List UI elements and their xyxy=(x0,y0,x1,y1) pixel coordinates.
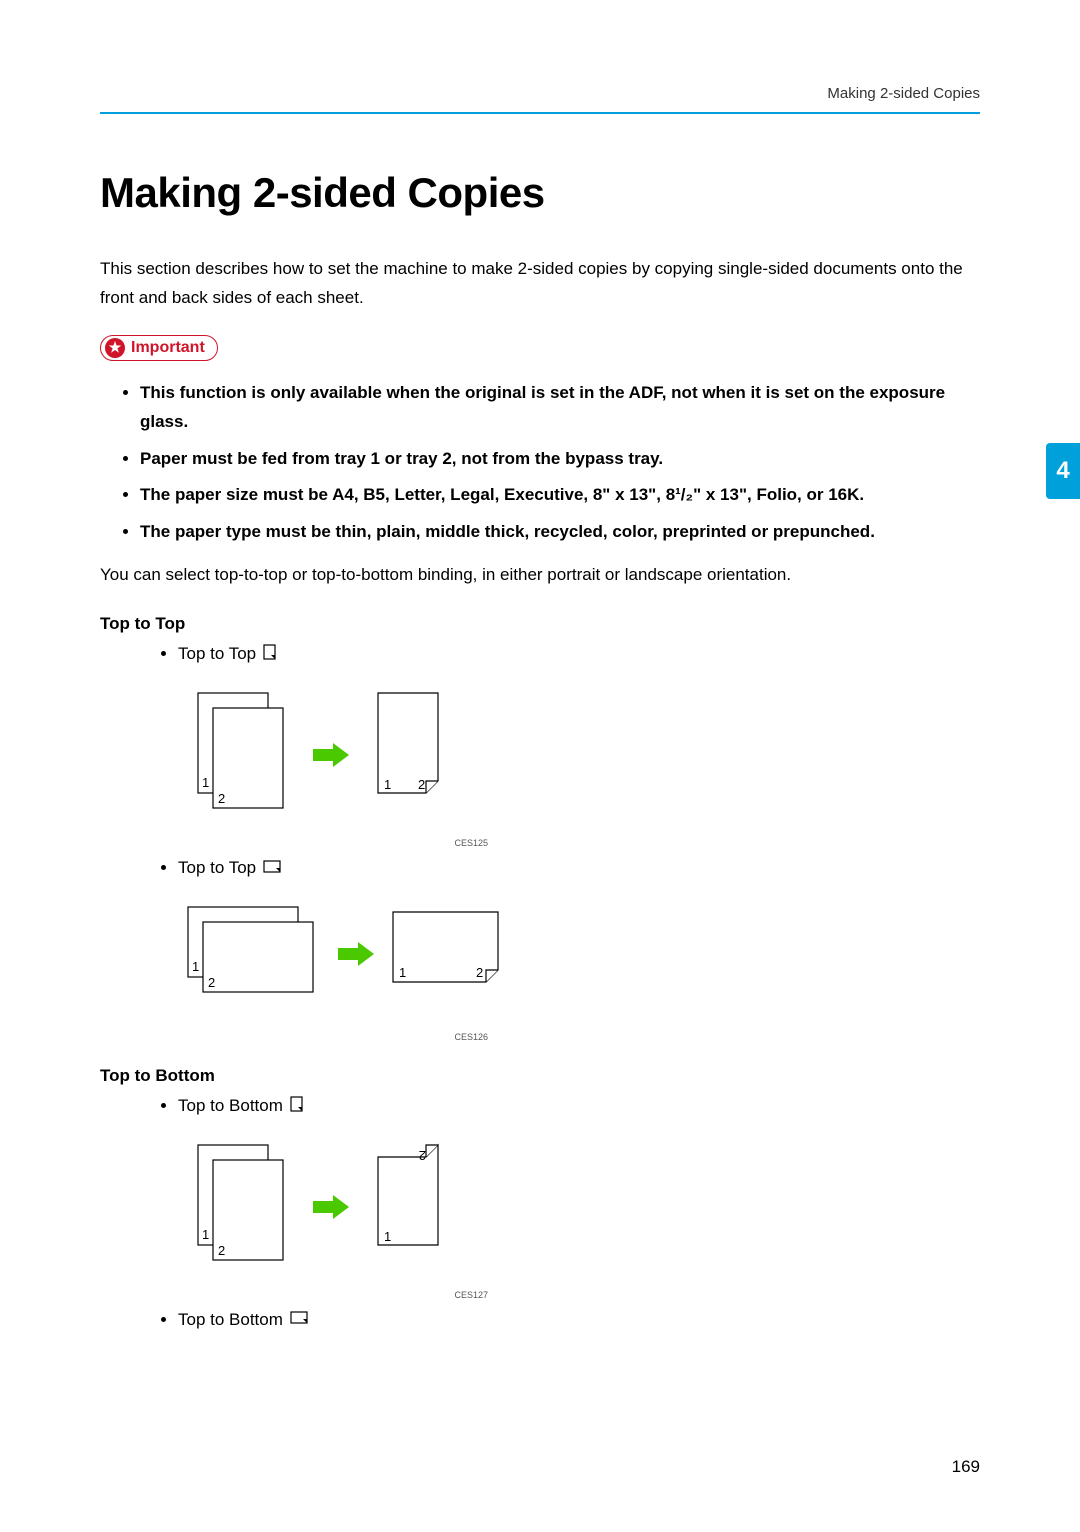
svg-text:2: 2 xyxy=(218,1243,225,1258)
diagram-top-to-top-portrait: 1 2 1 2 xyxy=(178,683,980,828)
svg-text:2: 2 xyxy=(208,975,215,990)
landscape-orientation-icon xyxy=(263,859,281,879)
item-label: Top to Top xyxy=(178,858,256,877)
figure-code: CES127 xyxy=(178,1290,488,1300)
body-paragraph: You can select top-to-top or top-to-bott… xyxy=(100,561,980,590)
svg-text:2: 2 xyxy=(476,965,483,980)
figure-code: CES125 xyxy=(178,838,488,848)
portrait-orientation-icon xyxy=(263,644,277,665)
landscape-orientation-icon xyxy=(290,1310,308,1330)
diagram-top-to-bottom-portrait: 1 2 1 2 xyxy=(178,1135,980,1280)
svg-text:1: 1 xyxy=(384,1229,391,1244)
svg-text:1: 1 xyxy=(202,775,209,790)
svg-text:2: 2 xyxy=(418,777,425,792)
list-item: The paper size must be A4, B5, Letter, L… xyxy=(140,481,980,510)
section-heading-top-to-top: Top to Top xyxy=(100,614,980,634)
list-item: Top to Top xyxy=(178,644,980,665)
diagram-top-to-top-landscape: 1 2 1 2 xyxy=(178,897,980,1022)
running-header: Making 2-sided Copies xyxy=(100,85,980,114)
page-title: Making 2-sided Copies xyxy=(100,169,980,217)
svg-text:2: 2 xyxy=(218,791,225,806)
list-item: Top to Top xyxy=(178,858,980,879)
list-item: Paper must be fed from tray 1 or tray 2,… xyxy=(140,445,980,474)
portrait-orientation-icon xyxy=(290,1096,304,1117)
section-heading-top-to-bottom: Top to Bottom xyxy=(100,1066,980,1086)
item-label: Top to Top xyxy=(178,644,256,663)
chapter-tab: 4 xyxy=(1046,443,1080,499)
important-label: Important xyxy=(131,339,205,357)
svg-text:1: 1 xyxy=(192,959,199,974)
list-item: The paper type must be thin, plain, midd… xyxy=(140,518,980,547)
svg-text:2: 2 xyxy=(419,1148,426,1163)
star-icon: ★ xyxy=(105,338,125,358)
important-badge: ★ Important xyxy=(100,335,218,361)
list-item: Top to Bottom xyxy=(178,1310,980,1331)
item-label: Top to Bottom xyxy=(178,1310,283,1329)
svg-text:1: 1 xyxy=(202,1227,209,1242)
list-item: Top to Bottom xyxy=(178,1096,980,1117)
item-label: Top to Bottom xyxy=(178,1096,283,1115)
page-number: 169 xyxy=(952,1457,980,1477)
important-list: This function is only available when the… xyxy=(140,379,980,547)
svg-text:1: 1 xyxy=(399,965,406,980)
figure-code: CES126 xyxy=(178,1032,488,1042)
list-item: This function is only available when the… xyxy=(140,379,980,437)
intro-paragraph: This section describes how to set the ma… xyxy=(100,255,980,313)
svg-text:1: 1 xyxy=(384,777,391,792)
